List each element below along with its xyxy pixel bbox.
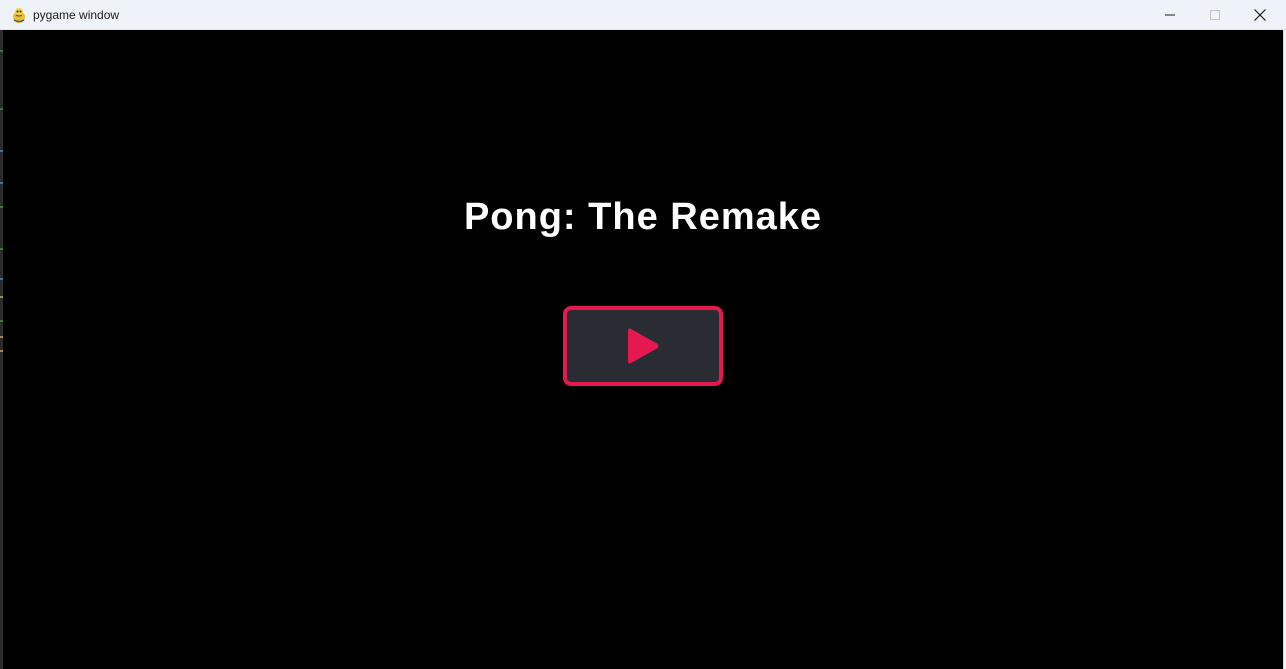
game-canvas[interactable]: Pong: The Remake <box>3 30 1284 669</box>
close-button[interactable] <box>1237 0 1282 30</box>
minimize-icon <box>1164 10 1175 20</box>
close-icon <box>1253 9 1266 21</box>
app-window: pygame window Pong: The Remake <box>0 0 1286 669</box>
window-title: pygame window <box>33 8 120 22</box>
maximize-button[interactable] <box>1192 0 1237 30</box>
play-icon <box>625 325 661 367</box>
minimize-button[interactable] <box>1147 0 1192 30</box>
play-button[interactable] <box>563 306 723 386</box>
pygame-snake-icon <box>11 6 27 24</box>
maximize-icon <box>1209 10 1220 20</box>
title-bar[interactable]: pygame window <box>0 0 1286 30</box>
game-title: Pong: The Remake <box>463 196 823 238</box>
